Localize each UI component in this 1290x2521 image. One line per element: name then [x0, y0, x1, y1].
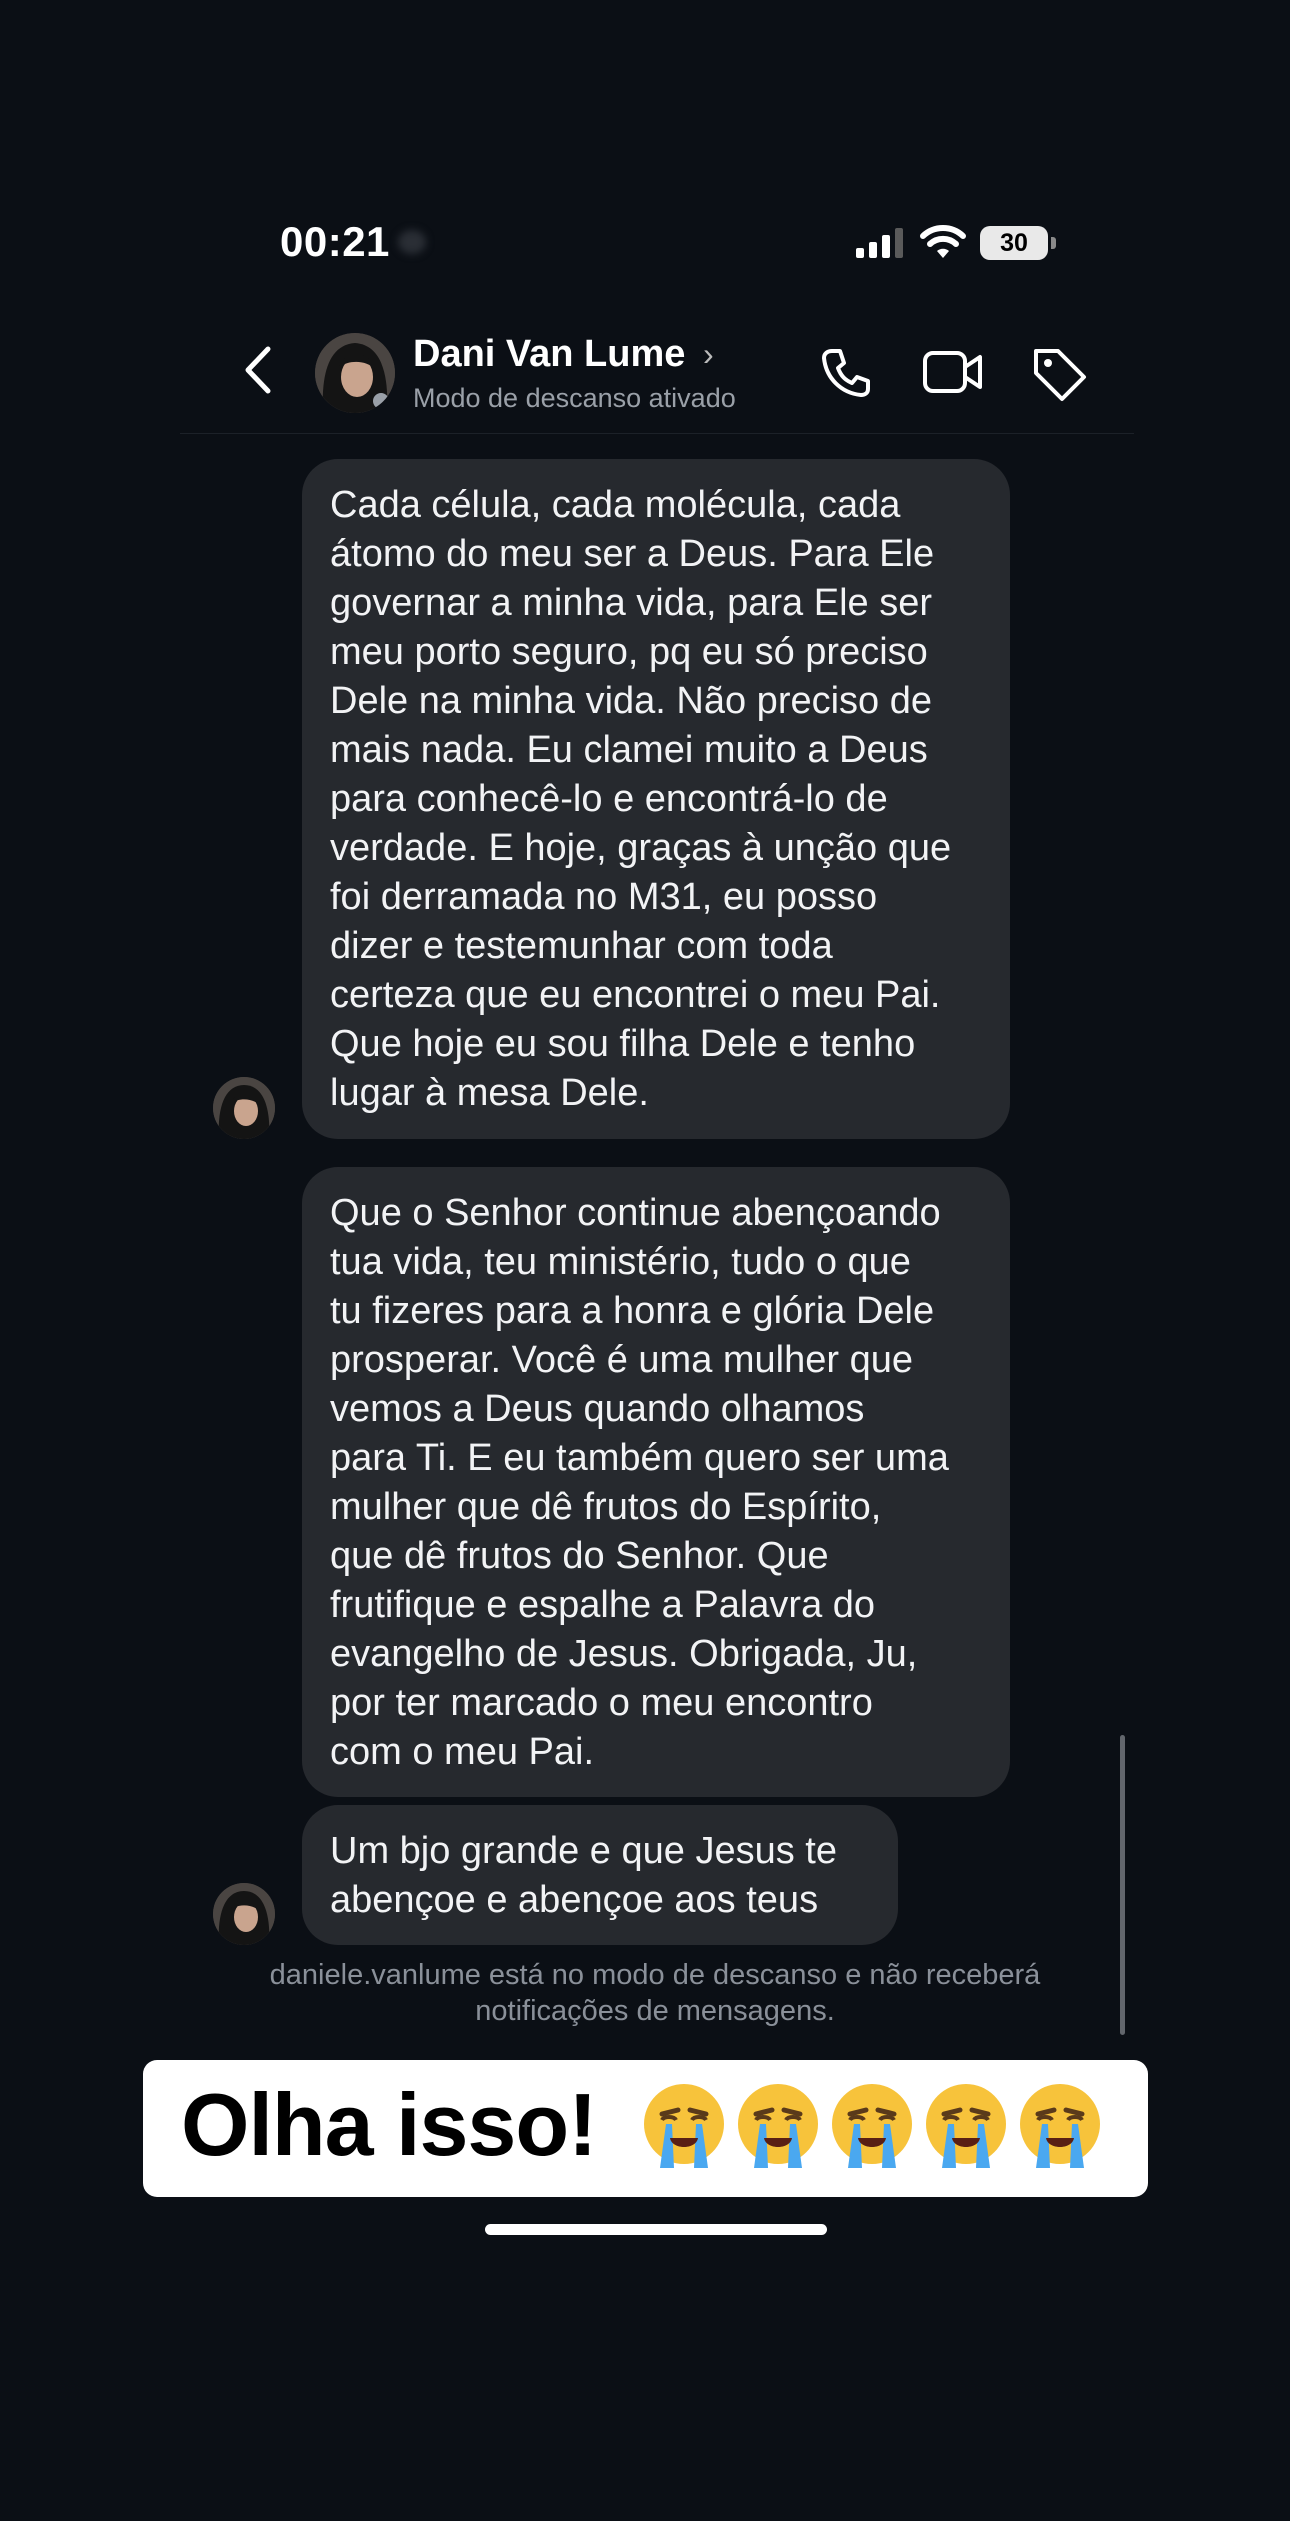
contact-status: Modo de descanso ativado [413, 383, 736, 413]
back-button[interactable] [238, 345, 278, 395]
contact-avatar[interactable] [315, 333, 395, 413]
home-indicator[interactable] [485, 2224, 827, 2235]
video-call-icon[interactable] [922, 347, 984, 397]
tag-icon[interactable] [1030, 345, 1088, 403]
loudly-crying-face-icon [738, 2084, 818, 2168]
battery-icon: 30 [980, 226, 1056, 260]
loudly-crying-face-icon [832, 2084, 912, 2168]
status-indicator [398, 230, 426, 254]
chevron-right-icon[interactable]: › [703, 336, 714, 373]
audio-call-icon[interactable] [818, 345, 874, 401]
message-bubble[interactable]: Que o Senhor continue abençoando tua vid… [302, 1167, 1010, 1797]
wifi-icon [920, 225, 966, 258]
emoji-row [640, 2080, 1104, 2170]
cellular-signal-icon [856, 228, 903, 258]
sender-avatar[interactable] [213, 1077, 275, 1139]
message-bubble[interactable]: Um bjo grande e que Jesus te abençoe e a… [302, 1805, 898, 1945]
rest-mode-notice: daniele.vanlume está no modo de descanso… [269, 1959, 1041, 2027]
message-bubble[interactable]: Cada célula, cada molécula, cada átomo d… [302, 459, 1010, 1139]
text-sticker: Olha isso! [143, 2060, 1148, 2197]
scrollbar[interactable] [1120, 1735, 1125, 2035]
loudly-crying-face-icon [926, 2084, 1006, 2168]
sender-avatar[interactable] [213, 1883, 275, 1945]
contact-name[interactable]: Dani Van Lume [413, 333, 685, 376]
header-divider [180, 433, 1134, 434]
loudly-crying-face-icon [1020, 2084, 1100, 2168]
sticker-text: Olha isso! [181, 2075, 597, 2174]
status-time: 00:21 [280, 218, 390, 265]
loudly-crying-face-icon [644, 2084, 724, 2168]
